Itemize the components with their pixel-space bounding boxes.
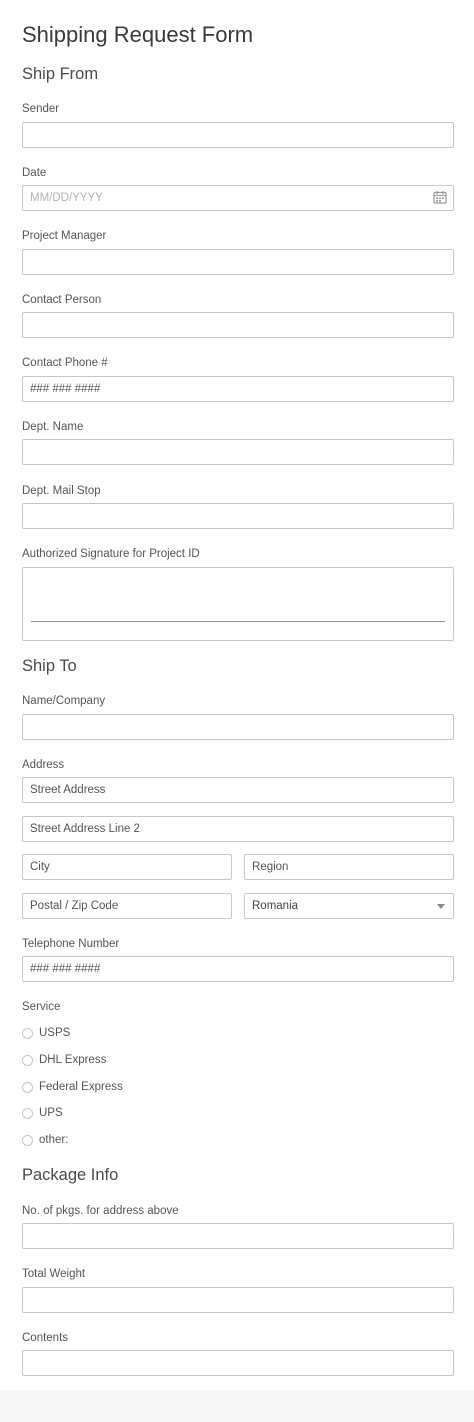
- form-title: Shipping Request Form: [22, 22, 254, 47]
- signature-label: Authorized Signature for Project ID: [22, 548, 200, 560]
- street-address-line2-input[interactable]: [22, 816, 454, 842]
- dept-mail-stop-input[interactable]: [22, 503, 454, 529]
- service-option-federal-express[interactable]: Federal Express: [22, 1080, 123, 1094]
- dept-name-input[interactable]: [22, 439, 454, 465]
- bottom-band: [0, 1390, 474, 1422]
- signature-pad[interactable]: [22, 567, 454, 641]
- section-heading-ship-from: Ship From: [22, 65, 99, 83]
- service-option-label: USPS: [39, 1027, 71, 1039]
- radio-button[interactable]: [22, 1107, 33, 1119]
- section-heading-package-info: Package Info: [22, 1166, 119, 1184]
- service-option-label: other:: [39, 1134, 69, 1146]
- contact-person-label: Contact Person: [22, 294, 102, 306]
- date-label: Date: [22, 167, 47, 179]
- contact-phone-input[interactable]: [22, 376, 454, 402]
- country-select[interactable]: Romania: [244, 893, 454, 919]
- dept-mail-stop-label: Dept. Mail Stop: [22, 485, 101, 497]
- service-option-label: Federal Express: [39, 1081, 123, 1093]
- region-input[interactable]: [244, 854, 454, 880]
- total-weight-label: Total Weight: [22, 1268, 86, 1280]
- radio-button[interactable]: [22, 1134, 33, 1146]
- service-option-other[interactable]: other:: [22, 1133, 68, 1147]
- country-select-value: Romania: [252, 900, 299, 912]
- city-input[interactable]: [22, 854, 232, 880]
- service-option-label: UPS: [39, 1107, 63, 1119]
- service-option-dhl-express[interactable]: DHL Express: [22, 1053, 106, 1067]
- project-manager-label: Project Manager: [22, 230, 107, 242]
- sender-input[interactable]: [22, 122, 454, 148]
- postal-code-input[interactable]: [22, 893, 232, 919]
- num-pkgs-input[interactable]: [22, 1223, 454, 1249]
- service-option-usps[interactable]: USPS: [22, 1026, 70, 1040]
- radio-button[interactable]: [22, 1081, 33, 1093]
- address-label: Address: [22, 759, 65, 771]
- service-option-ups[interactable]: UPS: [22, 1106, 63, 1120]
- telephone-label: Telephone Number: [22, 938, 120, 950]
- chevron-down-icon: [437, 904, 445, 909]
- contact-person-input[interactable]: [22, 312, 454, 338]
- total-weight-input[interactable]: [22, 1287, 454, 1313]
- date-input[interactable]: [22, 185, 454, 211]
- contents-label: Contents: [22, 1332, 69, 1344]
- project-manager-input[interactable]: [22, 249, 454, 275]
- service-option-label: DHL Express: [39, 1054, 107, 1066]
- contact-phone-label: Contact Phone #: [22, 357, 108, 369]
- telephone-input[interactable]: [22, 956, 454, 982]
- signature-line: [31, 621, 445, 622]
- shipping-request-form: Shipping Request Form Ship From Sender D…: [0, 0, 474, 1390]
- calendar-icon[interactable]: [433, 190, 447, 204]
- name-company-input[interactable]: [22, 714, 454, 740]
- name-company-label: Name/Company: [22, 695, 106, 707]
- service-label: Service: [22, 1001, 61, 1013]
- street-address-input[interactable]: [22, 777, 454, 803]
- section-heading-ship-to: Ship To: [22, 657, 77, 675]
- radio-button[interactable]: [22, 1054, 33, 1066]
- dept-name-label: Dept. Name: [22, 421, 84, 433]
- radio-button[interactable]: [22, 1027, 33, 1039]
- contents-input[interactable]: [22, 1350, 454, 1376]
- num-pkgs-label: No. of pkgs. for address above: [22, 1205, 179, 1217]
- sender-label: Sender: [22, 103, 60, 115]
